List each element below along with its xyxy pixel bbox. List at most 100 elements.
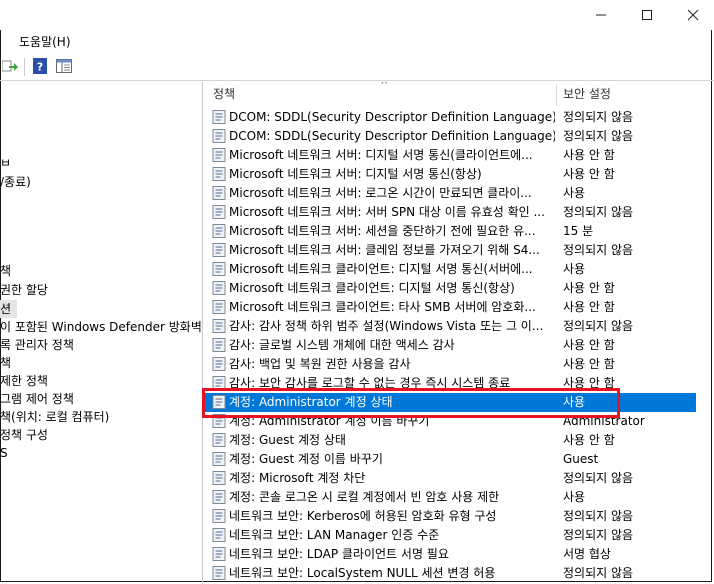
security-setting: 정의되지 않음 <box>563 319 634 333</box>
tree-item[interactable]: 정책 구성 <box>0 426 48 444</box>
vertical-scrollbar[interactable] <box>698 82 706 584</box>
security-setting: 사용 <box>563 186 586 200</box>
policy-icon <box>212 281 226 295</box>
help-icon[interactable]: ? <box>32 58 48 74</box>
policy-name: DCOM: SDDL(Security Descriptor Definitio… <box>229 129 555 143</box>
table-row[interactable]: Microsoft 네트워크 서버: 세션을 중단하기 전에 필요한 유... 1… <box>204 222 696 241</box>
tree-item[interactable]: 제한 정책 <box>0 372 48 390</box>
details-pane: 정책 ^ 보안 설정 DCOM: SDDL(Security Descripto… <box>204 82 706 584</box>
table-row[interactable]: 계정: Guest 계정 이름 바꾸기 Guest <box>204 450 696 469</box>
policy-icon <box>212 566 226 580</box>
security-setting: 사용 안 함 <box>563 300 615 314</box>
table-row[interactable]: 감사: 글로벌 시스템 개체에 대한 액세스 감사 사용 안 함 <box>204 336 696 355</box>
table-row[interactable]: Microsoft 네트워크 클라이언트: 타사 SMB 서버에 암호화... 사… <box>204 298 696 317</box>
tree-item[interactable]: /종료) <box>0 173 31 191</box>
policy-icon <box>212 262 226 276</box>
table-row[interactable]: DCOM: SDDL(Security Descriptor Definitio… <box>204 127 696 146</box>
policy-icon <box>212 509 226 523</box>
table-row[interactable]: 네트워크 보안: LAN Manager 인증 수준 정의되지 않음 <box>204 526 696 545</box>
tree-item[interactable]: 권한 할당 <box>0 281 48 299</box>
policy-icon <box>212 110 226 124</box>
policy-icon <box>212 319 226 333</box>
security-setting: 정의되지 않음 <box>563 566 634 580</box>
policy-name: 감사: 글로벌 시스템 개체에 대한 액세스 감사 <box>229 338 455 352</box>
tree-item[interactable]: 책(위치: 로컬 컴퓨터) <box>0 408 109 426</box>
policy-icon <box>212 148 226 162</box>
table-row[interactable]: DCOM: SDDL(Security Descriptor Definitio… <box>204 108 696 127</box>
policy-name: 네트워크 보안: LAN Manager 인증 수준 <box>229 528 440 542</box>
policy-icon <box>212 490 226 504</box>
menu-bar: 도움말(H) <box>0 30 714 52</box>
policy-icon <box>212 471 226 485</box>
table-row[interactable]: 네트워크 보안: Kerberos에 허용된 암호화 유형 구성 정의되지 않음 <box>204 507 696 526</box>
security-setting: 15 분 <box>563 224 594 238</box>
maximize-icon <box>642 10 652 20</box>
security-setting: 사용 안 함 <box>563 357 615 371</box>
table-row[interactable]: 네트워크 보안: LocalSystem NULL 세션 변경 허용 정의되지 않… <box>204 564 696 583</box>
table-row[interactable]: 계정: Microsoft 계정 차단 정의되지 않음 <box>204 469 696 488</box>
svg-text:?: ? <box>37 61 43 74</box>
policy-name: Microsoft 네트워크 서버: 세션을 중단하기 전에 필요한 유... <box>229 224 536 238</box>
policy-icon <box>212 186 226 200</box>
table-row[interactable]: 감사: 백업 및 복원 권한 사용을 감사 사용 안 함 <box>204 355 696 374</box>
policy-name: Microsoft 네트워크 서버: 서버 SPN 대상 이름 유효성 확인 .… <box>229 205 545 219</box>
policy-name: Microsoft 네트워크 클라이언트: 디지털 서명 통신(서버에... <box>229 262 533 276</box>
security-setting: 사용 안 함 <box>563 167 615 181</box>
tree-item[interactable]: S <box>0 444 8 462</box>
menu-help[interactable]: 도움말(H) <box>19 33 71 50</box>
policy-name: 계정: Guest 계정 이름 바꾸기 <box>229 452 383 466</box>
security-setting: 사용 안 함 <box>563 281 615 295</box>
policy-icon <box>212 357 226 371</box>
table-row[interactable]: 계정: 콘솔 로그온 시 로컬 계정에서 빈 암호 사용 제한 사용 <box>204 488 696 507</box>
tree-item-selected[interactable]: 션 <box>0 300 18 318</box>
show-pane-icon[interactable] <box>56 58 72 74</box>
close-button[interactable] <box>670 0 714 30</box>
policy-name: Microsoft 네트워크 서버: 디지털 서명 통신(항상) <box>229 167 482 181</box>
security-setting: 정의되지 않음 <box>563 471 634 485</box>
policy-icon <box>212 433 226 447</box>
policy-icon <box>212 243 226 257</box>
security-setting: 정의되지 않음 <box>563 205 634 219</box>
minimize-icon <box>596 14 606 16</box>
policy-icon <box>212 129 226 143</box>
table-row[interactable]: Microsoft 네트워크 서버: 클레임 정보를 가져오기 위해 S4...… <box>204 241 696 260</box>
tree-item[interactable]: 책 <box>0 354 11 372</box>
toolbar: ? <box>0 54 714 81</box>
policy-icon <box>212 224 226 238</box>
table-row[interactable]: 감사: 감사 정책 하위 범주 설정(Windows Vista 또는 그 이.… <box>204 317 696 336</box>
column-header-policy[interactable]: 정책 <box>213 82 235 106</box>
security-setting: 사용 안 함 <box>563 433 615 447</box>
policy-name: 네트워크 보안: Kerberos에 허용된 암호화 유형 구성 <box>229 509 497 523</box>
policy-name: 계정: 콘솔 로그온 시 로컬 계정에서 빈 암호 사용 제한 <box>229 490 500 504</box>
tree-item[interactable]: ㅂ <box>0 154 11 172</box>
policy-name: Microsoft 네트워크 서버: 디지털 서명 통신(클라이언트에... <box>229 148 533 162</box>
security-setting: 사용 <box>563 262 586 276</box>
maximize-button[interactable] <box>624 0 670 30</box>
table-row[interactable]: Microsoft 네트워크 서버: 로그온 시간이 만료되면 클라이... 사용 <box>204 184 696 203</box>
table-row[interactable]: Microsoft 네트워크 클라이언트: 디지털 서명 통신(서버에... 사용 <box>204 260 696 279</box>
policy-icon <box>212 205 226 219</box>
policy-name: 계정: Guest 계정 상태 <box>229 433 346 447</box>
column-header-setting[interactable]: 보안 설정 <box>563 82 611 106</box>
column-divider[interactable] <box>556 84 557 106</box>
security-setting: 정의되지 않음 <box>563 528 634 542</box>
policy-icon <box>212 338 226 352</box>
table-row[interactable]: Microsoft 네트워크 서버: 서버 SPN 대상 이름 유효성 확인 .… <box>204 203 696 222</box>
toolbar-separator <box>24 58 25 76</box>
tree-item[interactable]: 그램 제어 정책 <box>0 390 74 408</box>
table-row[interactable]: Microsoft 네트워크 서버: 디지털 서명 통신(항상) 사용 안 함 <box>204 165 696 184</box>
sort-ascending-icon: ^ <box>380 82 389 91</box>
tree-item[interactable]: 이 포함된 Windows Defender 방화벽 <box>0 318 202 336</box>
table-row[interactable]: 네트워크 보안: LDAP 클라이언트 서명 필요 서명 협상 <box>204 545 696 564</box>
policy-name: 감사: 감사 정책 하위 범주 설정(Windows Vista 또는 그 이.… <box>229 319 544 333</box>
table-row[interactable]: Microsoft 네트워크 클라이언트: 디지털 서명 통신(항상) 사용 안 … <box>204 279 696 298</box>
minimize-button[interactable] <box>578 0 624 30</box>
policy-name: Microsoft 네트워크 서버: 로그온 시간이 만료되면 클라이... <box>229 186 532 200</box>
tree-item[interactable]: 록 관리자 정책 <box>0 336 74 354</box>
table-row[interactable]: Microsoft 네트워크 서버: 디지털 서명 통신(클라이언트에... 사용… <box>204 146 696 165</box>
tree-item[interactable]: 책 <box>0 262 11 280</box>
security-setting: 사용 안 함 <box>563 148 615 162</box>
export-list-icon[interactable] <box>2 58 18 74</box>
security-setting: 정의되지 않음 <box>563 110 634 124</box>
table-row[interactable]: 계정: Guest 계정 상태 사용 안 함 <box>204 431 696 450</box>
